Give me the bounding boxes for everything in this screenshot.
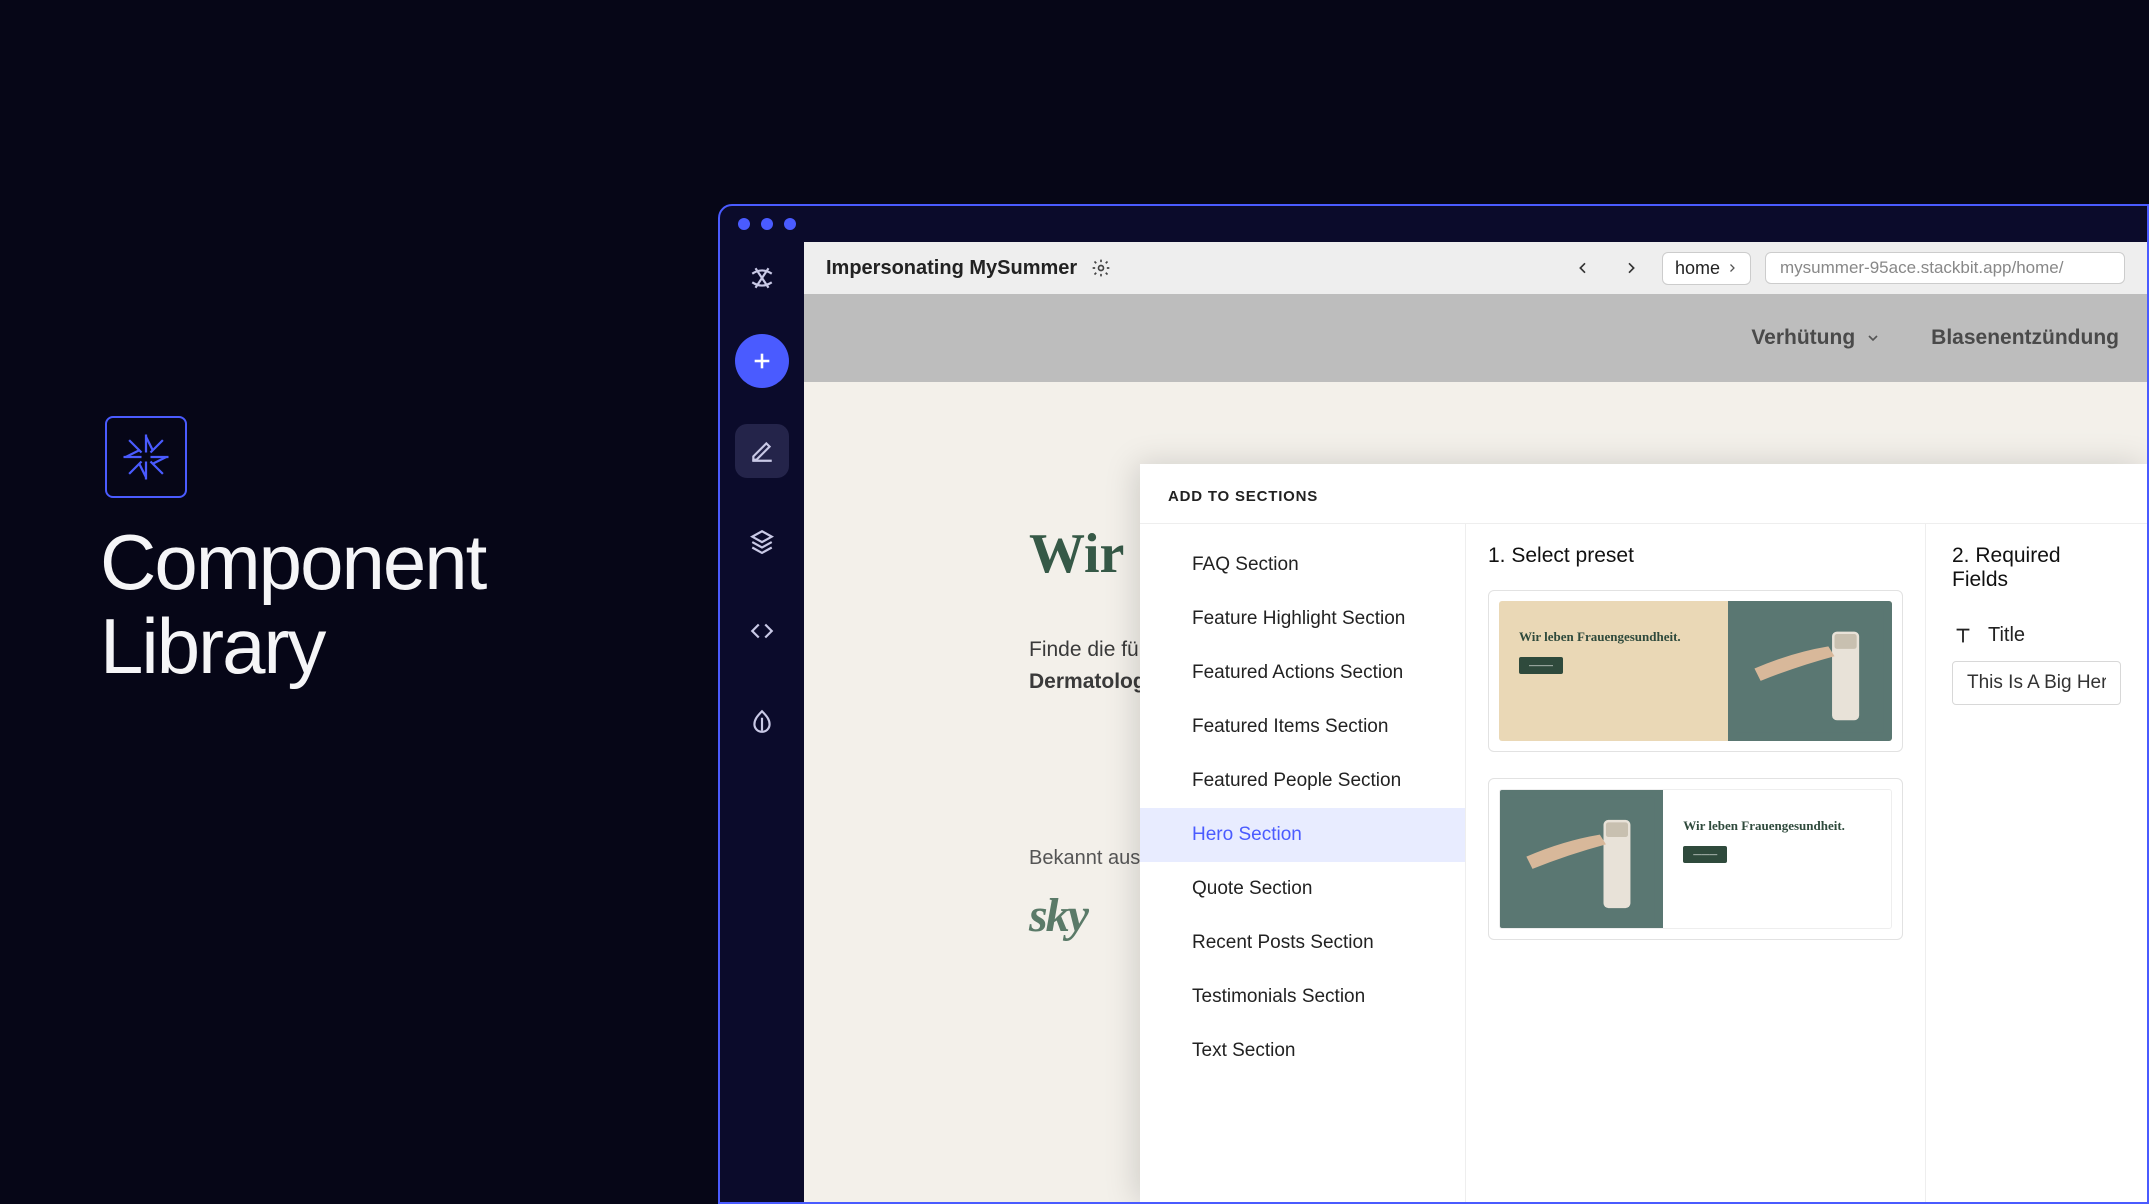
site-nav: Verhütung Blasenentzündung (804, 294, 2147, 382)
chevron-down-icon (1865, 330, 1881, 346)
preview-pane: Impersonating MySummer home mysummer-95a… (804, 242, 2147, 1202)
url-field[interactable]: mysummer-95ace.stackbit.app/home/ (1765, 252, 2125, 284)
presets-column: 1. Select preset Wir leben Frauengesundh… (1466, 524, 1926, 1202)
starburst-icon (119, 430, 173, 484)
preset-1-headline: Wir leben Frauengesundheit. (1519, 629, 1708, 645)
preset-2-headline: Wir leben Frauengesundheit. (1683, 818, 1871, 834)
modal-header: ADD TO SECTIONS (1140, 464, 2147, 523)
product-thumb-icon (1508, 797, 1655, 921)
presets-title: 1. Select preset (1488, 544, 1903, 568)
section-item-hero[interactable]: Hero Section (1140, 808, 1465, 862)
window-titlebar (720, 206, 2147, 242)
app-window: Impersonating MySummer home mysummer-95a… (718, 204, 2149, 1204)
required-fields-column: 2. Required Fields Title (1926, 524, 2147, 1202)
preset-card-2[interactable]: Wir leben Frauengesundheit. ——— (1488, 778, 1903, 940)
add-section-modal: ADD TO SECTIONS FAQ Section Feature High… (1140, 464, 2147, 1202)
section-item-feature-highlight[interactable]: Feature Highlight Section (1140, 592, 1465, 646)
site-nav-item-1[interactable]: Verhütung (1751, 326, 1881, 350)
product-thumb-icon (1736, 608, 1884, 734)
window-dot-close[interactable] (738, 218, 750, 230)
section-item-faq[interactable]: FAQ Section (1140, 538, 1465, 592)
breadcrumb[interactable]: home (1662, 252, 1751, 285)
title-field-input[interactable] (1952, 661, 2121, 705)
section-item-text[interactable]: Text Section (1140, 1024, 1465, 1078)
section-type-list: FAQ Section Feature Highlight Section Fe… (1140, 524, 1466, 1202)
section-item-quote[interactable]: Quote Section (1140, 862, 1465, 916)
code-button[interactable] (735, 604, 789, 658)
section-item-featured-actions[interactable]: Featured Actions Section (1140, 646, 1465, 700)
layers-button[interactable] (735, 514, 789, 568)
nav-forward-button[interactable] (1614, 251, 1648, 285)
site-nav-item-2[interactable]: Blasenentzündung (1931, 326, 2119, 350)
section-item-featured-items[interactable]: Featured Items Section (1140, 700, 1465, 754)
promo-logo-box (105, 416, 187, 498)
app-logo-icon[interactable] (735, 258, 789, 298)
promo-title: Component Library (100, 520, 485, 688)
required-title: 2. Required Fields (1952, 544, 2121, 592)
section-item-recent-posts[interactable]: Recent Posts Section (1140, 916, 1465, 970)
text-icon (1952, 625, 1974, 647)
preset-card-1[interactable]: Wir leben Frauengesundheit. ——— (1488, 590, 1903, 752)
preset-1-cta: ——— (1519, 657, 1563, 674)
theme-button[interactable] (735, 694, 789, 748)
window-dot-min[interactable] (761, 218, 773, 230)
edit-button[interactable] (735, 424, 789, 478)
gear-icon[interactable] (1091, 258, 1111, 278)
title-field-label: Title (1952, 624, 2121, 647)
impersonating-label: Impersonating MySummer (826, 257, 1111, 280)
add-button[interactable] (735, 334, 789, 388)
nav-back-button[interactable] (1566, 251, 1600, 285)
left-rail (720, 242, 804, 1202)
preview-topbar: Impersonating MySummer home mysummer-95a… (804, 242, 2147, 294)
preset-2-cta: ——— (1683, 846, 1727, 863)
section-item-featured-people[interactable]: Featured People Section (1140, 754, 1465, 808)
window-dot-max[interactable] (784, 218, 796, 230)
section-item-testimonials[interactable]: Testimonials Section (1140, 970, 1465, 1024)
